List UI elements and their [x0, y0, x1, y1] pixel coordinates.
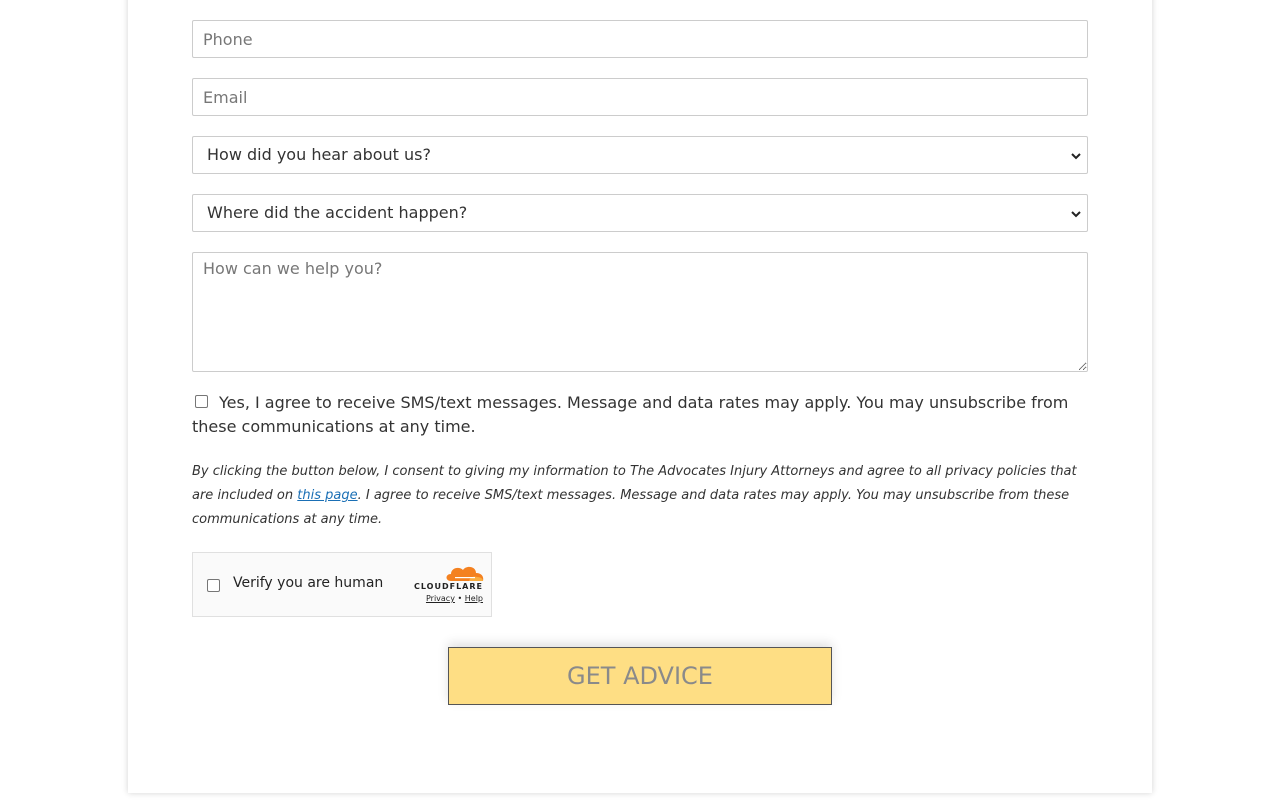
- cloudflare-captcha: Verify you are human CLOUDFLARE Privacy …: [192, 552, 492, 617]
- get-advice-button[interactable]: GET ADVICE: [448, 647, 832, 705]
- accident-location-select[interactable]: Where did the accident happen?: [192, 194, 1088, 232]
- chevron-down-icon: [1071, 153, 1081, 160]
- captcha-help-link[interactable]: Help: [465, 594, 483, 603]
- email-input[interactable]: [192, 78, 1088, 116]
- captcha-privacy-link[interactable]: Privacy: [426, 594, 455, 603]
- sms-consent-label: Yes, I agree to receive SMS/text message…: [192, 393, 1069, 436]
- captcha-link-separator: •: [457, 594, 463, 603]
- help-textarea-wrapper: [192, 252, 1088, 372]
- captcha-label: Verify you are human: [233, 575, 384, 591]
- cloudflare-cloud-icon: [446, 566, 484, 581]
- privacy-page-link[interactable]: this page: [297, 488, 357, 503]
- accident-location-select-value: Where did the accident happen?: [207, 203, 468, 222]
- hear-about-us-select[interactable]: How did you hear about us?: [192, 136, 1088, 174]
- phone-input[interactable]: [192, 20, 1088, 58]
- consent-disclaimer: By clicking the button below, I consent …: [192, 460, 1088, 532]
- cloudflare-brand: CLOUDFLARE: [414, 582, 483, 591]
- captcha-checkbox[interactable]: [207, 579, 220, 592]
- hear-about-us-select-value: How did you hear about us?: [207, 145, 431, 164]
- help-textarea[interactable]: [192, 252, 1088, 372]
- captcha-links: Privacy • Help: [426, 594, 483, 603]
- chevron-down-icon: [1071, 211, 1081, 218]
